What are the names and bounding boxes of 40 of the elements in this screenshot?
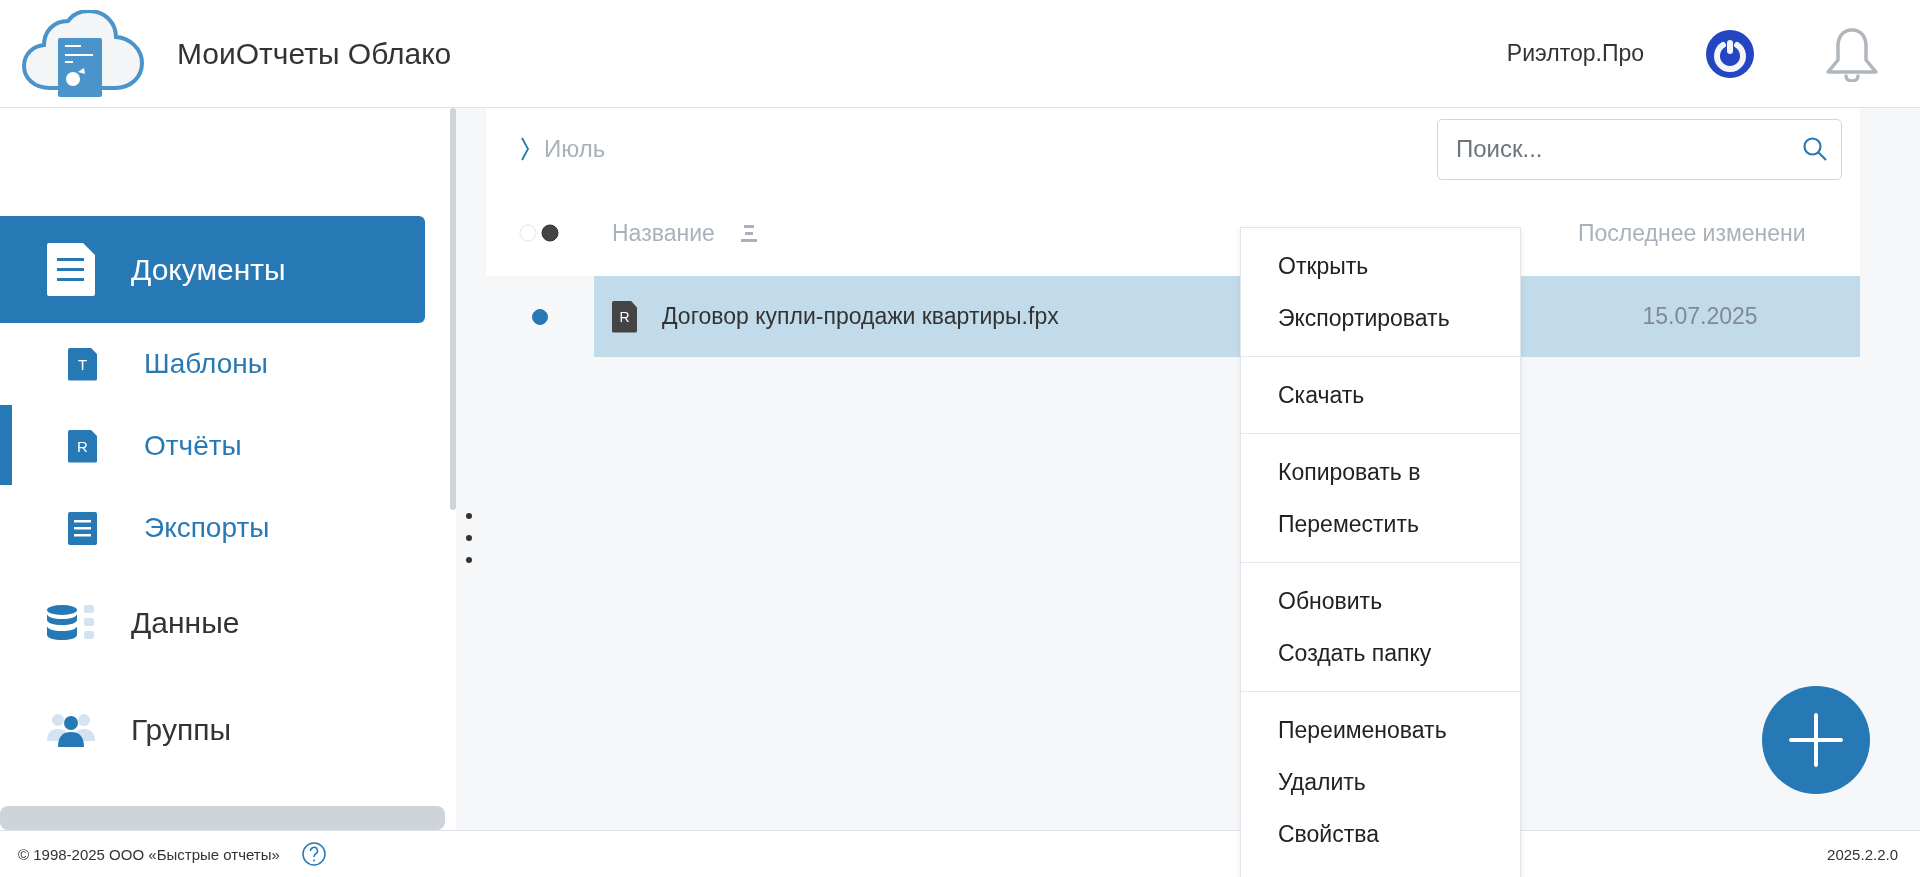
app-title: МоиОтчеты Облако [177, 36, 452, 71]
template-file-icon: T [68, 347, 97, 381]
menu-item[interactable]: Скачать [1241, 369, 1520, 421]
menu-item[interactable]: Свойства [1241, 808, 1520, 860]
help-icon[interactable] [301, 842, 326, 866]
search-field[interactable]: Поиск... [1437, 118, 1842, 180]
nav-item[interactable]: Группы [0, 676, 425, 783]
row-radio[interactable] [532, 308, 548, 325]
version-text: 2025.2.2.0 [1827, 845, 1898, 863]
report-file-icon: R [612, 300, 637, 333]
nav-subitem[interactable]: Экспорты [0, 487, 450, 569]
cloud-logo-icon [22, 10, 145, 97]
menu-item[interactable]: Экспортировать [1241, 292, 1520, 344]
menu-item[interactable]: Переименовать [1241, 704, 1520, 756]
chevron-right-icon [520, 137, 530, 161]
nav-item[interactable]: Данные [0, 569, 425, 676]
menu-item[interactable]: Переместить [1241, 498, 1520, 550]
menu-item[interactable]: Создать папку [1241, 627, 1520, 679]
select-toggle-icon[interactable] [519, 223, 559, 243]
power-icon[interactable] [1706, 29, 1754, 78]
nav-subitem[interactable]: T Шаблоны [0, 323, 450, 405]
menu-item[interactable]: Удалить [1241, 756, 1520, 808]
menu-item[interactable]: Обновить [1241, 575, 1520, 627]
plus-icon [1789, 713, 1843, 767]
nav-subitem[interactable]: R Отчёты [0, 405, 450, 487]
list-document-icon [68, 511, 97, 545]
modified-date: 15.07.2025 [1641, 303, 1759, 330]
scrollbar[interactable] [450, 108, 456, 510]
copyright-text: © 1998-2025 ООО «Быстрые отчеты» [18, 845, 280, 863]
document-icon [47, 243, 95, 296]
scrollbar[interactable] [0, 806, 445, 830]
account-name[interactable]: Риэлтор.Про [1506, 40, 1644, 67]
search-icon[interactable] [1802, 135, 1828, 162]
file-name: Договор купли-продажи квартиры.fpx [662, 303, 1059, 330]
template-file-icon: R [68, 429, 97, 463]
users-icon [47, 712, 95, 747]
database-icon [47, 604, 95, 641]
splitter-handle-icon[interactable] [466, 513, 472, 563]
menu-item[interactable]: Копировать в [1241, 446, 1520, 498]
nav-item[interactable]: Документы [0, 216, 425, 323]
